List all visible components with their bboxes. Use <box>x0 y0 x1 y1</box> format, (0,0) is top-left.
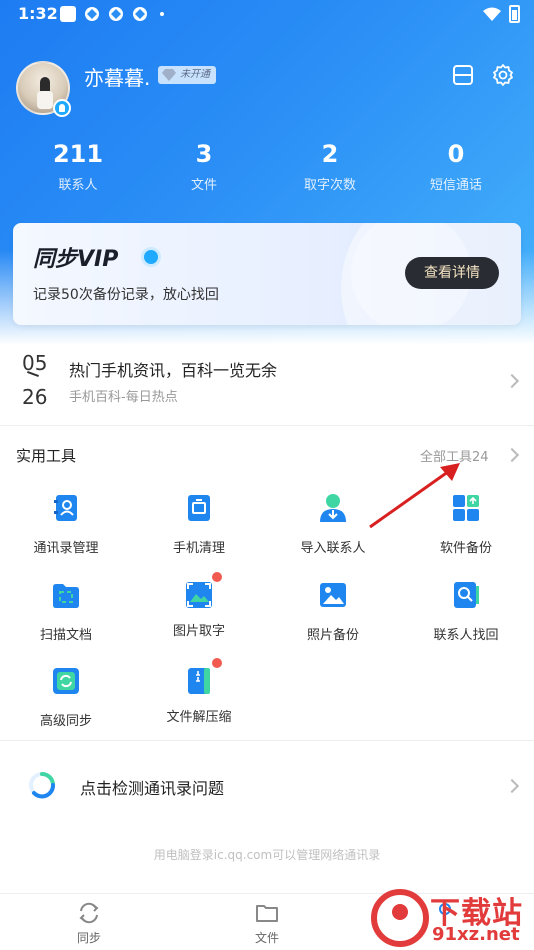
tool-label: 手机清理 <box>172 541 225 556</box>
file-unzip-icon-wrap <box>184 658 222 696</box>
stat-value: 211 <box>52 140 104 168</box>
new-badge <box>212 658 222 668</box>
tool-label: 图片取字 <box>172 624 225 639</box>
stat-label: 文件 <box>190 178 217 193</box>
username[interactable]: 亦暮暮. <box>84 62 150 91</box>
battery-icon <box>509 5 520 23</box>
stat-label: 短信通话 <box>429 178 482 193</box>
more-notifications-icon <box>160 12 164 16</box>
scan-icon[interactable] <box>451 63 475 87</box>
news-subtitle: 手机百科-每日热点 <box>69 390 178 405</box>
stat-contacts[interactable]: 211 联系人 <box>18 140 138 193</box>
stat-files[interactable]: 3 文件 <box>144 140 264 193</box>
tool-label: 通讯录管理 <box>33 541 99 556</box>
folder-icon <box>256 905 278 922</box>
tool-label: 文件解压缩 <box>166 710 232 725</box>
stat-value: 2 <box>321 140 339 168</box>
image-text-icon-wrap <box>184 572 222 610</box>
file-unzip-icon <box>188 668 210 694</box>
tool-label: 导入联系人 <box>300 541 366 556</box>
avatar-figure-dress <box>37 91 53 109</box>
view-details-button[interactable]: 查看详情 <box>405 257 499 289</box>
nav-files[interactable]: 文件 <box>222 900 312 946</box>
stat-value: 3 <box>195 140 213 168</box>
divider <box>0 740 534 741</box>
status-bar: 1:32 <box>0 0 534 28</box>
wifi-icon <box>483 7 501 21</box>
notification-icons <box>60 6 164 22</box>
vip-bell-icon <box>141 247 161 267</box>
phone-clean-icon <box>188 495 210 521</box>
new-badge <box>212 572 222 582</box>
chevron-right-icon[interactable] <box>504 447 520 463</box>
vip-promo-card[interactable]: 同步VIP 记录50次备份记录，放心找回 查看详情 <box>13 223 521 325</box>
nav-sync[interactable]: 同步 <box>44 900 134 946</box>
chevron-right-icon[interactable] <box>504 778 520 794</box>
vip-card-description: 记录50次备份记录，放心找回 <box>33 287 219 303</box>
loading-spinner-icon <box>29 772 55 799</box>
tool-file-unzip[interactable]: 文件解压缩 <box>139 658 259 725</box>
vip-status-tag[interactable]: 未开通 <box>158 66 216 84</box>
contacts-book-icon <box>54 495 77 521</box>
import-contact-icon <box>320 494 346 522</box>
footer-note: 用电脑登录ic.qq.com可以管理网络通讯录 <box>153 848 381 862</box>
divider <box>0 425 534 426</box>
tool-label: 扫描文档 <box>39 628 92 643</box>
tool-label: 高级同步 <box>39 714 92 729</box>
news-title: 热门手机资讯，百科一览无余 <box>69 361 278 380</box>
photo-backup-icon <box>320 583 346 607</box>
contact-recover-icon <box>454 582 479 608</box>
tool-image-text[interactable]: 图片取字 <box>139 572 259 639</box>
news-date-month: 05 <box>22 351 48 375</box>
image-text-icon <box>186 582 212 608</box>
app-notification-icon <box>109 7 123 21</box>
stat-label: 联系人 <box>58 178 98 193</box>
tool-photo-backup[interactable]: 照片备份 <box>273 580 393 643</box>
tool-label: 软件备份 <box>439 541 492 556</box>
system-icons <box>483 5 520 23</box>
app-notification-icon <box>60 6 76 22</box>
stat-value: 0 <box>447 140 465 168</box>
stat-text-extract[interactable]: 2 取字次数 <box>270 140 390 193</box>
watermark-url: 91xz.net <box>432 924 520 945</box>
news-date-day: 26 <box>22 385 48 409</box>
news-row[interactable]: 05 26 热门手机资讯，百科一览无余 手机百科-每日热点 <box>0 345 534 425</box>
advanced-sync-icon <box>53 668 79 694</box>
nav-label: 文件 <box>254 931 279 945</box>
vip-card-title: 同步VIP <box>33 247 119 272</box>
tool-label: 照片备份 <box>306 628 359 643</box>
app-notification-icon <box>85 7 99 21</box>
sync-icon <box>79 902 99 924</box>
settings-gear-icon[interactable] <box>491 63 515 87</box>
diamond-icon <box>162 69 176 81</box>
tool-contact-recover[interactable]: 联系人找回 <box>406 580 526 643</box>
tool-advanced-sync[interactable]: 高级同步 <box>6 666 126 729</box>
tools-section-title: 实用工具 <box>16 447 77 465</box>
nav-label: 同步 <box>76 931 101 945</box>
status-time: 1:32 <box>18 4 58 23</box>
tool-phone-clean[interactable]: 手机清理 <box>139 493 259 556</box>
tool-label: 联系人找回 <box>433 628 499 643</box>
vip-status-text: 未开通 <box>180 69 210 80</box>
chevron-right-icon <box>504 373 520 389</box>
annotation-arrow-icon <box>369 463 460 529</box>
scan-document-icon <box>53 584 79 608</box>
stat-sms-calls[interactable]: 0 短信通话 <box>396 140 516 193</box>
qq-badge-icon <box>53 99 71 117</box>
tool-scan-document[interactable]: 扫描文档 <box>6 580 126 643</box>
detect-contacts-issue[interactable]: 点击检测通讯录问题 <box>80 775 224 799</box>
tool-contacts-manager[interactable]: 通讯录管理 <box>6 493 126 556</box>
app-notification-icon <box>133 7 147 21</box>
stat-label: 取字次数 <box>303 178 356 193</box>
